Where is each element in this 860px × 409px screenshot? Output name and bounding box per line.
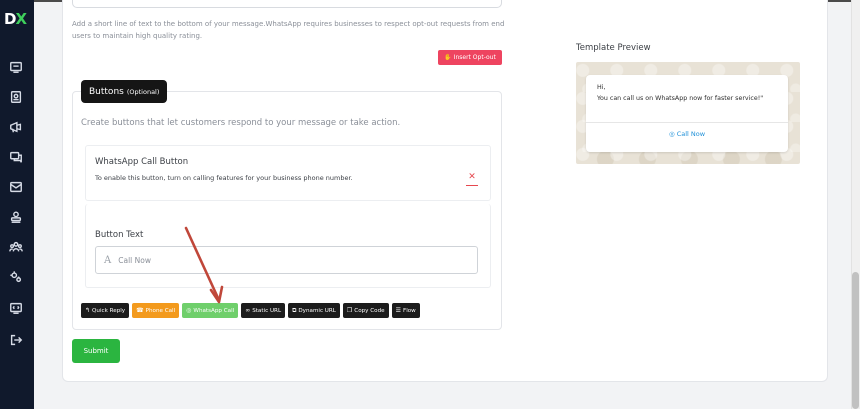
button-text-field[interactable]: A <box>95 246 478 274</box>
buttons-title-text: Buttons <box>89 86 124 97</box>
button-type-row: ↰ Quick Reply ☎ Phone Call ◎ WhatsApp Ca… <box>81 303 420 318</box>
preview-greeting: Hi, <box>597 84 606 91</box>
settings-gears-icon[interactable] <box>8 269 24 285</box>
reply-icon: ↰ <box>85 307 91 314</box>
logo-letter-x: X <box>15 10 27 28</box>
whatsapp-call-panel <box>85 145 491 201</box>
buttons-section-title: Buttons (Optional) <box>81 80 168 103</box>
buttons-optional-text: (Optional) <box>126 87 160 96</box>
submit-button[interactable]: Submit <box>72 339 120 363</box>
flow-label: Flow <box>402 307 416 314</box>
logo-letter-d: D <box>4 10 16 28</box>
footer-help-text: Add a short line of text to the bottom o… <box>72 20 505 40</box>
preview-call-now-label: Call Now <box>676 130 706 138</box>
quick-reply-button[interactable]: ↰ Quick Reply <box>81 303 130 318</box>
flow-button[interactable]: ☰ Flow <box>391 303 420 318</box>
whatsapp-call-label: WhatsApp Call <box>193 307 235 314</box>
users-stack-icon[interactable] <box>8 209 24 225</box>
sidebar: DX <box>0 0 34 409</box>
button-text-label: Button Text <box>95 230 144 240</box>
flow-icon: ☰ <box>395 307 401 314</box>
preview-divider <box>586 122 788 123</box>
mail-icon[interactable] <box>8 179 24 195</box>
annotation-arrow <box>184 226 224 304</box>
app-logo[interactable]: DX <box>4 10 32 30</box>
clipboard-icon: ❐ <box>346 307 353 314</box>
phone-icon: ☎ <box>136 307 144 314</box>
copy-code-button[interactable]: ❐ Copy Code <box>342 303 389 318</box>
whatsapp-icon: ◎ <box>668 130 675 138</box>
whatsapp-call-title: WhatsApp Call Button <box>95 157 189 167</box>
template-preview-title: Template Preview <box>576 43 651 53</box>
monitor-code-icon[interactable] <box>8 300 24 316</box>
preview-message-bubble <box>586 75 788 152</box>
preview-message-text: You can call us on WhatsApp now for fast… <box>597 95 764 102</box>
logout-icon[interactable] <box>8 332 24 348</box>
footer-input-box[interactable] <box>72 0 502 8</box>
team-icon[interactable] <box>8 239 24 255</box>
insert-optout-button[interactable]: ✋ Insert Opt-out <box>438 50 502 65</box>
buttons-description: Create buttons that let customers respon… <box>81 118 401 128</box>
whatsapp-icon: ◎ <box>186 307 192 314</box>
external-link-icon: ⧉ <box>292 306 297 314</box>
insert-optout-label: Insert Opt-out <box>453 54 496 61</box>
static-url-button[interactable]: ∞ Static URL <box>241 303 286 318</box>
phone-call-label: Phone Call <box>145 307 176 314</box>
dynamic-url-button[interactable]: ⧉ Dynamic URL <box>288 303 340 318</box>
text-format-icon: A <box>104 254 112 266</box>
contact-book-icon[interactable] <box>8 89 24 105</box>
hand-icon: ✋ <box>444 54 452 61</box>
phone-call-button[interactable]: ☎ Phone Call <box>132 303 180 318</box>
page-scrollbar-thumb[interactable] <box>852 272 859 409</box>
chat-window-icon[interactable] <box>8 59 24 75</box>
copy-code-label: Copy Code <box>354 307 385 314</box>
close-icon[interactable]: ✕ <box>467 172 477 182</box>
megaphone-icon[interactable] <box>8 119 24 135</box>
preview-call-now-button[interactable]: ◎ Call Now <box>586 130 788 138</box>
messages-icon[interactable] <box>8 149 24 165</box>
quick-reply-label: Quick Reply <box>92 307 126 314</box>
static-url-label: Static URL <box>252 307 282 314</box>
close-underline <box>466 185 478 186</box>
link-icon: ∞ <box>245 307 251 314</box>
whatsapp-call-subtitle: To enable this button, turn on calling f… <box>95 174 353 182</box>
dynamic-url-label: Dynamic URL <box>298 307 336 314</box>
button-text-input[interactable] <box>118 255 439 265</box>
